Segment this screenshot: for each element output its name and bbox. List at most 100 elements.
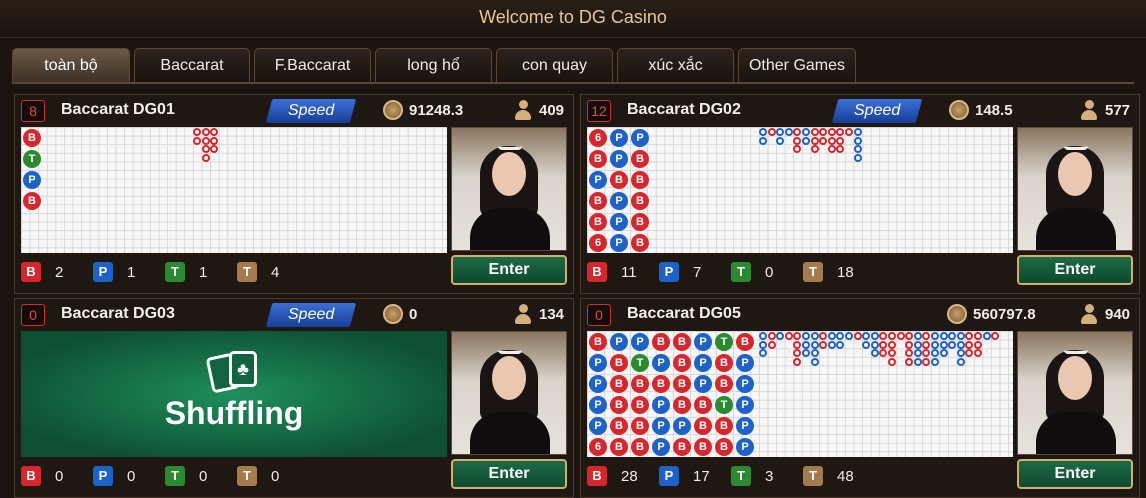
big-road-mark (853, 145, 862, 154)
bead-result: P (652, 438, 670, 456)
big-road-mark (862, 340, 871, 349)
tab-baccarat[interactable]: Baccarat (134, 48, 250, 82)
big-road-mark (201, 128, 210, 136)
dealer-photo (451, 127, 567, 251)
big-road-mark (982, 332, 991, 340)
big-road-mark (948, 340, 957, 349)
tab-other-games[interactable]: Other Games (738, 48, 856, 82)
tie-count: 3 (765, 467, 774, 485)
speed-badge: Speed (265, 303, 357, 327)
bead-result: P (589, 396, 607, 414)
enter-button[interactable]: Enter (451, 459, 567, 489)
bead-result: B (673, 354, 691, 372)
bead-result: B (694, 438, 712, 456)
bead-result: B (610, 396, 628, 414)
bead-result: P (694, 354, 712, 372)
tab-sicbo[interactable]: xúc xắc (617, 48, 734, 82)
tab-f-baccarat[interactable]: F.Baccarat (254, 48, 371, 82)
bead-result: B (673, 396, 691, 414)
big-road-mark (210, 136, 219, 145)
big-road-mark (974, 340, 982, 349)
big-road-mark (802, 332, 810, 340)
bead-result: P (23, 171, 41, 189)
big-road-mark (810, 128, 819, 136)
table-card-dg02: 12 Baccarat DG02 Speed 148.5 577 6BPBB6P… (580, 94, 1140, 294)
bead-result: P (610, 150, 628, 168)
bead-result: P (736, 396, 754, 414)
banker-badge: B (21, 262, 41, 282)
shuffling-label: Shuffling (164, 395, 304, 431)
user-icon (1081, 100, 1097, 120)
big-road-mark (793, 332, 802, 340)
big-road-mark (922, 357, 931, 366)
page-title: Welcome to DG Casino (0, 0, 1146, 38)
bead-result: P (631, 129, 649, 147)
bead-result: P (673, 417, 691, 435)
table-card-dg01: 8 Baccarat DG01 Speed 91248.3 409 BTPB E… (14, 94, 574, 294)
big-road-mark (853, 128, 862, 136)
bead-result: 6 (589, 129, 607, 147)
bead-result: P (652, 417, 670, 435)
bead-result: B (631, 234, 649, 252)
big-road-mark (819, 136, 828, 145)
tie-count: 0 (199, 467, 208, 485)
big-road-mark (974, 349, 982, 358)
enter-button[interactable]: Enter (451, 255, 567, 285)
big-road-mark (853, 136, 862, 145)
player-win-count: 7 (693, 263, 702, 281)
big-road-mark (853, 153, 862, 162)
big-road-mark (819, 332, 828, 340)
bead-result: P (610, 333, 628, 351)
dealer-photo (1017, 127, 1133, 251)
bead-result: B (631, 375, 649, 393)
dealer-photo (451, 331, 567, 455)
enter-button[interactable]: Enter (1017, 459, 1133, 489)
big-road-mark (784, 332, 793, 340)
bead-result: P (610, 213, 628, 231)
scoreboard-road: BPPPP6PBBBBBPTBBBBBPBPPPBBBBPBPPPBBBTBBT… (587, 331, 1013, 457)
bead-result: P (631, 333, 649, 351)
bead-result: B (610, 417, 628, 435)
tie-badge: T (731, 466, 751, 486)
cards-icon: ♣ (205, 349, 263, 394)
big-road-mark (810, 145, 819, 154)
big-road-mark (201, 145, 210, 154)
big-road-mark (956, 357, 965, 366)
tab-roulette[interactable]: con quay (496, 48, 613, 82)
big-road-mark (948, 332, 957, 340)
bead-result: B (631, 213, 649, 231)
bead-result: 6 (589, 234, 607, 252)
big-road-mark (201, 153, 210, 162)
balance-value: 91248.3 (409, 102, 464, 119)
tab-all[interactable]: toàn bộ (12, 48, 130, 82)
big-road-mark (819, 340, 828, 349)
bead-result: B (673, 438, 691, 456)
speed-badge: Speed (831, 99, 923, 123)
big-road-mark (870, 332, 879, 340)
player-badge: P (659, 466, 679, 486)
banker-badge: B (21, 466, 41, 486)
banker-count: 0 (55, 467, 64, 485)
bead-result: B (673, 375, 691, 393)
big-road-mark (810, 357, 819, 366)
tab-dragon-tiger[interactable]: long hổ (375, 48, 492, 82)
table-name: Baccarat DG01 (61, 101, 175, 118)
big-road-mark (759, 128, 767, 136)
big-road-mark (802, 340, 810, 349)
big-road-mark (931, 357, 939, 366)
tie-count: 1 (199, 263, 208, 281)
table-card-dg05: 0 Baccarat DG05 560797.8 940 BPPPP6PBBBB… (580, 298, 1140, 498)
big-road-mark (827, 332, 836, 340)
bead-result: B (652, 333, 670, 351)
big-road-mark (836, 136, 845, 145)
coin-icon (383, 304, 403, 324)
player-win-count: 1 (127, 263, 136, 281)
enter-button[interactable]: Enter (1017, 255, 1133, 285)
balance-value: 560797.8 (973, 306, 1036, 323)
table-name: Baccarat DG02 (627, 101, 741, 118)
player-win-count: 17 (693, 467, 710, 485)
player-badge: P (659, 262, 679, 282)
big-road-mark (827, 145, 836, 154)
total-count: 18 (837, 263, 854, 281)
banker-count: 11 (621, 263, 637, 281)
